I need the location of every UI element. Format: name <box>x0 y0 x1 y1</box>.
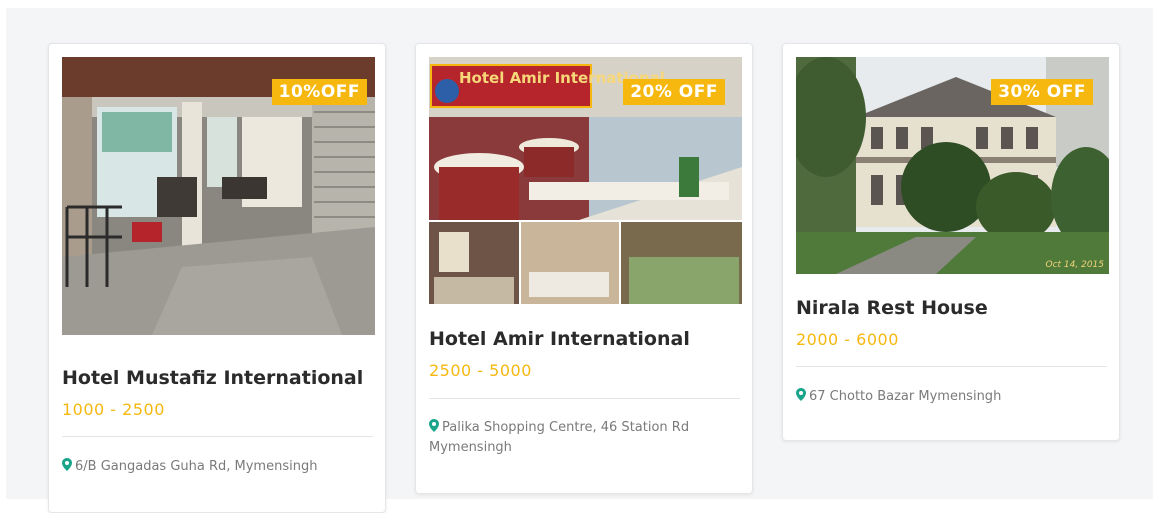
hotel-address: 67 Chotto Bazar Mymensingh <box>796 387 1105 407</box>
price-range: 2500 - 5000 <box>429 361 532 380</box>
discount-badge: 20% OFF <box>623 79 725 105</box>
address-text: 67 Chotto Bazar Mymensingh <box>809 389 1002 404</box>
hotel-photo[interactable]: 10%OFF <box>62 57 375 335</box>
hotel-name[interactable]: Nirala Rest House <box>796 297 1109 319</box>
divider <box>62 436 373 437</box>
divider <box>796 366 1107 367</box>
divider <box>429 398 740 399</box>
discount-badge: 10%OFF <box>271 79 367 105</box>
discount-badge: 30% OFF <box>991 79 1093 105</box>
map-pin-icon <box>62 458 72 471</box>
price-range: 2000 - 6000 <box>796 330 899 349</box>
hotel-photo[interactable]: Hotel Amir International 20% OFF <box>429 57 742 304</box>
map-pin-icon <box>796 388 806 401</box>
hotel-card[interactable]: Oct 14, 2015 30% OFF Nirala Rest House 2… <box>782 43 1120 441</box>
map-pin-icon <box>429 419 439 432</box>
hotel-name[interactable]: Hotel Mustafiz International <box>62 367 375 389</box>
address-text: Palika Shopping Centre, 46 Station Rd My… <box>429 420 690 455</box>
hotel-photo[interactable]: Oct 14, 2015 30% OFF <box>796 57 1109 274</box>
hotel-card[interactable]: Hotel Amir International 20% OFF Hotel A… <box>415 43 753 494</box>
hotel-address: Palika Shopping Centre, 46 Station Rd My… <box>429 418 738 458</box>
hotel-address: 6/B Gangadas Guha Rd, Mymensingh <box>62 457 371 477</box>
hotel-name[interactable]: Hotel Amir International <box>429 328 742 350</box>
price-range: 1000 - 2500 <box>62 400 165 419</box>
hotel-listing-section: 10%OFF Hotel Mustafiz International 1000… <box>6 8 1153 513</box>
photo-date-stamp: Oct 14, 2015 <box>1046 260 1105 270</box>
hotel-card[interactable]: 10%OFF Hotel Mustafiz International 1000… <box>48 43 386 513</box>
address-text: 6/B Gangadas Guha Rd, Mymensingh <box>75 459 318 474</box>
